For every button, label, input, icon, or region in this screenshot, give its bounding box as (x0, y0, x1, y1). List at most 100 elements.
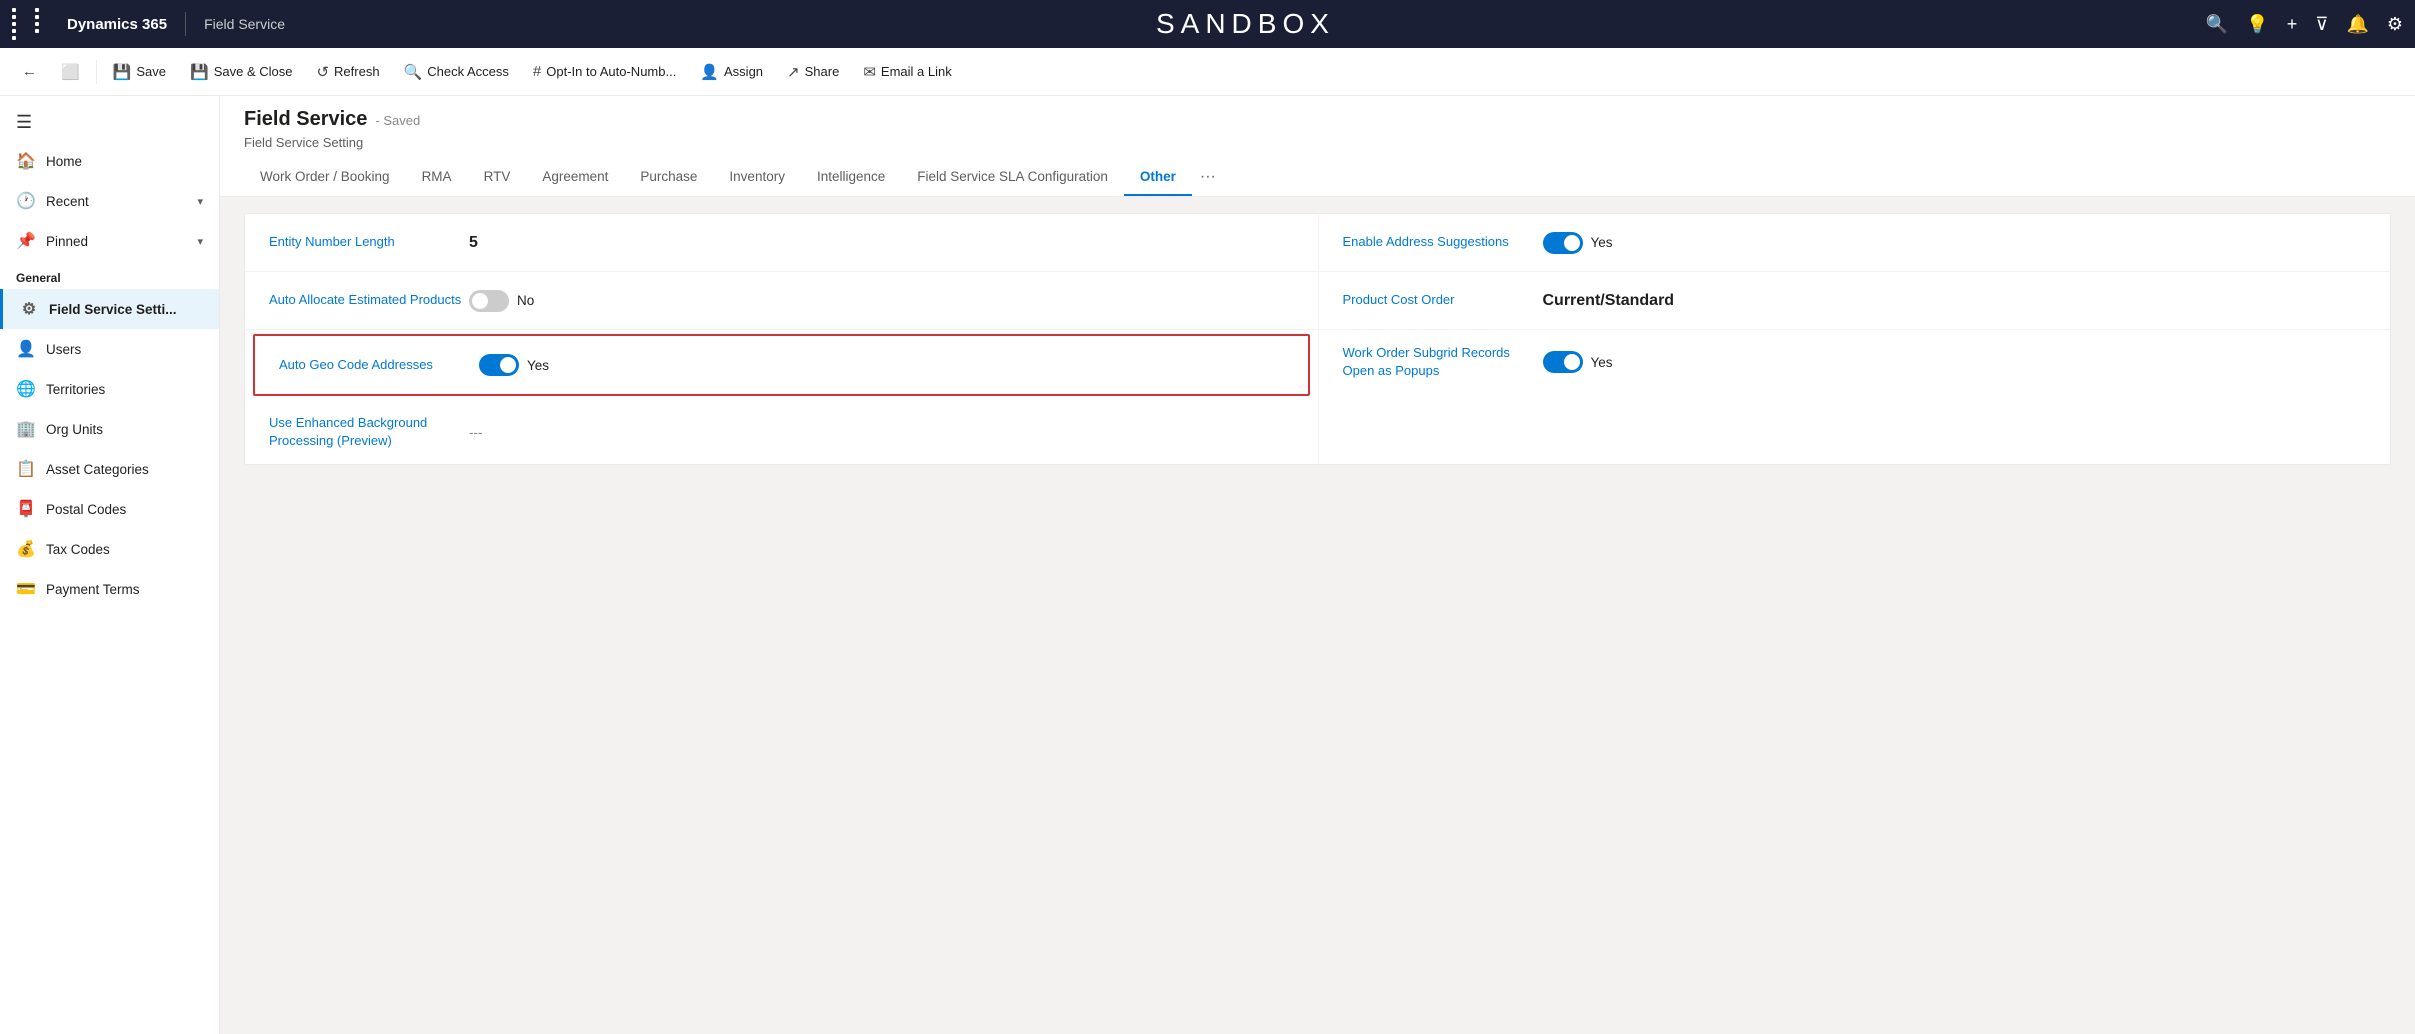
tab-work-order-booking[interactable]: Work Order / Booking (244, 159, 406, 196)
sidebar-item-recent[interactable]: 🕐 Recent ▾ (0, 181, 219, 221)
save-icon: 💾 (113, 63, 132, 81)
plus-icon[interactable]: + (2287, 14, 2298, 35)
open-new-icon: ⬜ (61, 63, 80, 81)
back-icon: ← (22, 63, 37, 80)
email-link-button[interactable]: ✉ Email a Link (853, 57, 961, 87)
cmd-sep-1 (96, 60, 97, 84)
auto-allocate-label: Auto Allocate Estimated Products (269, 291, 469, 309)
back-button[interactable]: ← (12, 57, 47, 86)
refresh-button[interactable]: ↺ Refresh (306, 57, 389, 87)
tab-inventory[interactable]: Inventory (713, 159, 801, 196)
org-units-icon: 🏢 (16, 419, 36, 439)
entity-number-length-label: Entity Number Length (269, 233, 469, 251)
sidebar-item-payment-terms[interactable]: 💳 Payment Terms (0, 569, 219, 609)
open-in-new-button[interactable]: ⬜ (51, 57, 90, 87)
sidebar-item-territories[interactable]: 🌐 Territories (0, 369, 219, 409)
check-access-button[interactable]: 🔍 Check Access (394, 57, 519, 87)
pinned-chevron: ▾ (197, 235, 203, 248)
recent-icon: 🕐 (16, 191, 36, 211)
work-order-subgrid-label: Work Order Subgrid Records Open as Popup… (1343, 344, 1543, 380)
enable-address-suggestions-label: Enable Address Suggestions (1343, 233, 1543, 251)
main-layout: ☰ 🏠 Home 🕐 Recent ▾ 📌 Pinned ▾ General ⚙… (0, 96, 2415, 1034)
search-icon[interactable]: 🔍 (2206, 14, 2228, 35)
auto-geo-code-label: Auto Geo Code Addresses (279, 356, 479, 374)
form-right-col: Enable Address Suggestions Yes Product C… (1318, 214, 2391, 464)
tab-sla-config[interactable]: Field Service SLA Configuration (901, 159, 1124, 196)
bell-icon[interactable]: 🔔 (2346, 14, 2368, 35)
form-card: Entity Number Length 5 Auto Allocate Est… (244, 213, 2391, 465)
sidebar-item-asset-categories[interactable]: 📋 Asset Categories (0, 449, 219, 489)
form-left-col: Entity Number Length 5 Auto Allocate Est… (245, 214, 1318, 464)
save-close-button[interactable]: 💾 Save & Close (180, 57, 302, 87)
hamburger-icon[interactable]: ☰ (0, 104, 219, 141)
opt-in-icon: # (533, 63, 541, 80)
refresh-icon: ↺ (316, 63, 329, 81)
home-icon: 🏠 (16, 151, 36, 171)
sidebar-item-users[interactable]: 👤 Users (0, 329, 219, 369)
work-order-subgrid-toggle[interactable] (1543, 351, 1583, 373)
general-section-label: General (0, 261, 219, 289)
tab-other[interactable]: Other (1124, 159, 1192, 196)
users-icon: 👤 (16, 339, 36, 359)
lightbulb-icon[interactable]: 💡 (2246, 14, 2268, 35)
filter-icon[interactable]: ⊽ (2315, 14, 2328, 35)
sidebar: ☰ 🏠 Home 🕐 Recent ▾ 📌 Pinned ▾ General ⚙… (0, 96, 220, 1034)
auto-geo-code-toggle[interactable] (479, 354, 519, 376)
auto-allocate-toggle-group: No (469, 290, 534, 312)
assign-button[interactable]: 👤 Assign (690, 57, 773, 87)
tabs: Work Order / Booking RMA RTV Agreement P… (244, 158, 2391, 196)
auto-geo-code-highlight-wrapper: Auto Geo Code Addresses Yes (253, 334, 1310, 396)
tab-agreement[interactable]: Agreement (526, 159, 624, 196)
top-nav-icons: 🔍 💡 + ⊽ 🔔 ⚙ (2206, 14, 2403, 35)
app-grid-icon[interactable] (12, 8, 55, 40)
page-saved-status: - Saved (375, 113, 420, 128)
page-header: Field Service - Saved Field Service Sett… (220, 96, 2415, 197)
share-button[interactable]: ↗ Share (777, 57, 849, 87)
page-subtitle: Field Service Setting (244, 135, 2391, 150)
form-content: Entity Number Length 5 Auto Allocate Est… (220, 197, 2415, 481)
enable-address-suggestions-row: Enable Address Suggestions Yes (1319, 214, 2391, 272)
use-enhanced-background-label: Use Enhanced Background Processing (Prev… (269, 414, 469, 450)
auto-allocate-toggle[interactable] (469, 290, 509, 312)
tab-purchase[interactable]: Purchase (624, 159, 713, 196)
use-enhanced-background-value: --- (469, 425, 483, 440)
postal-codes-icon: 📮 (16, 499, 36, 519)
sidebar-item-home[interactable]: 🏠 Home (0, 141, 219, 181)
opt-in-button[interactable]: # Opt-In to Auto-Numb... (523, 57, 686, 86)
auto-geo-code-row: Auto Geo Code Addresses Yes (255, 336, 1308, 394)
work-order-subgrid-toggle-group: Yes (1543, 351, 1613, 373)
enable-address-suggestions-toggle[interactable] (1543, 232, 1583, 254)
top-nav: Dynamics 365 Field Service SANDBOX 🔍 💡 +… (0, 0, 2415, 48)
entity-number-length-row: Entity Number Length 5 (245, 214, 1318, 272)
sidebar-item-tax-codes[interactable]: 💰 Tax Codes (0, 529, 219, 569)
auto-allocate-row: Auto Allocate Estimated Products No (245, 272, 1318, 330)
sidebar-item-org-units[interactable]: 🏢 Org Units (0, 409, 219, 449)
email-icon: ✉ (863, 63, 876, 81)
page-header-top: Field Service - Saved (244, 108, 2391, 131)
enable-address-suggestions-toggle-group: Yes (1543, 232, 1613, 254)
tab-more-button[interactable]: ··· (1192, 158, 1224, 196)
enable-address-suggestions-toggle-label: Yes (1591, 235, 1613, 250)
tab-intelligence[interactable]: Intelligence (801, 159, 901, 196)
work-order-subgrid-row: Work Order Subgrid Records Open as Popup… (1319, 330, 2391, 394)
assign-icon: 👤 (700, 63, 719, 81)
nav-divider (185, 12, 186, 36)
sidebar-item-field-service-settings[interactable]: ⚙ Field Service Setti... (0, 289, 219, 329)
sandbox-title: SANDBOX (297, 8, 2194, 40)
content-area: Field Service - Saved Field Service Sett… (220, 96, 2415, 1034)
sidebar-item-pinned[interactable]: 📌 Pinned ▾ (0, 221, 219, 261)
product-cost-order-value: Current/Standard (1543, 292, 1675, 310)
share-icon: ↗ (787, 63, 800, 81)
tab-rma[interactable]: RMA (406, 159, 468, 196)
settings-icon[interactable]: ⚙ (2387, 14, 2403, 35)
territories-icon: 🌐 (16, 379, 36, 399)
sidebar-item-postal-codes[interactable]: 📮 Postal Codes (0, 489, 219, 529)
save-button[interactable]: 💾 Save (103, 57, 176, 87)
auto-geo-code-toggle-label: Yes (527, 358, 549, 373)
check-access-icon: 🔍 (404, 63, 423, 81)
tab-rtv[interactable]: RTV (468, 159, 527, 196)
brand-name: Dynamics 365 (67, 16, 167, 33)
page-entity-title: Field Service (244, 108, 367, 131)
command-bar: ← ⬜ 💾 Save 💾 Save & Close ↺ Refresh 🔍 Ch… (0, 48, 2415, 96)
tax-codes-icon: 💰 (16, 539, 36, 559)
